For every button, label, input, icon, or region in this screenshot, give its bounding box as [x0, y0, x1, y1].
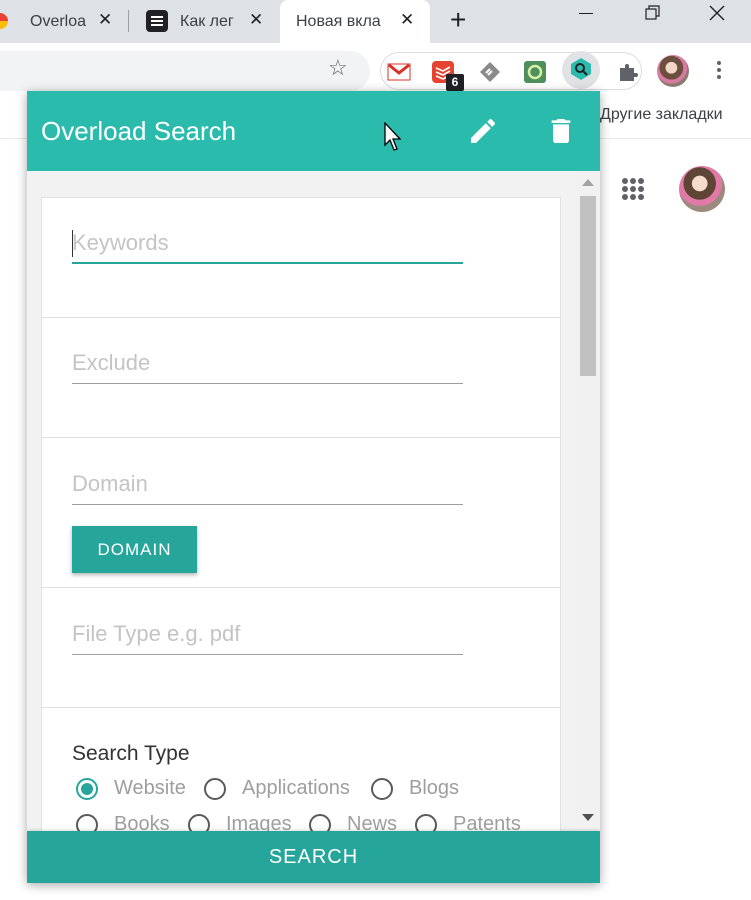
popup-title: Overload Search — [41, 116, 237, 146]
puzzle-icon[interactable] — [616, 60, 640, 84]
scroll-down-arrow-icon[interactable] — [582, 814, 594, 821]
mouse-cursor-icon — [384, 122, 402, 151]
keywords-input[interactable] — [72, 224, 463, 262]
search-type-card: Search Type Website Applications Blogs B… — [41, 707, 561, 831]
keywords-field — [72, 224, 463, 264]
domain-button[interactable]: DOMAIN — [72, 526, 197, 573]
radio-label: News — [347, 813, 398, 831]
restore-button[interactable] — [643, 4, 661, 27]
keywords-card — [41, 197, 561, 318]
exclude-input[interactable] — [72, 344, 463, 382]
radio-images[interactable]: Images — [188, 813, 292, 831]
filetype-input[interactable] — [72, 615, 463, 653]
exclude-card — [41, 317, 561, 438]
close-window-button[interactable] — [708, 4, 726, 27]
radio-circle — [371, 777, 393, 800]
tab-strip: Overloa ✕ Как лег ✕ Новая вкла ✕ + — [0, 0, 751, 43]
minimize-button[interactable] — [577, 4, 595, 27]
scrollbar-thumb[interactable] — [580, 196, 596, 376]
tab-kak-leg[interactable]: Как лег ✕ — [138, 0, 278, 43]
notes-icon — [146, 10, 168, 32]
radio-books[interactable]: Books — [76, 813, 170, 831]
radio-label: Blogs — [409, 777, 460, 799]
tab-separator — [128, 10, 129, 32]
radio-circle — [309, 813, 331, 831]
popup-header: Overload Search — [27, 91, 600, 171]
tab-title: Overloa — [30, 12, 87, 30]
extension-badge: 6 — [446, 74, 464, 91]
domain-card: DOMAIN — [41, 437, 561, 588]
radio-news[interactable]: News — [309, 813, 397, 831]
other-bookmarks[interactable]: Другие закладки — [600, 106, 723, 124]
chrome-menu-icon[interactable] — [712, 59, 726, 81]
overload-search-popup: Overload Search DOMAIN — [27, 91, 600, 883]
radio-label: Website — [114, 777, 186, 799]
search-type-label: Search Type — [72, 742, 190, 765]
radio-applications[interactable]: Applications — [204, 777, 350, 800]
popup-body: DOMAIN Search Type Website Applications … — [27, 171, 600, 831]
tab-title: Как лег — [180, 12, 234, 30]
trash-icon[interactable] — [545, 115, 577, 147]
radio-circle — [76, 813, 98, 831]
radio-blogs[interactable]: Blogs — [371, 777, 459, 800]
radio-label: Books — [114, 813, 170, 831]
radio-label: Applications — [242, 777, 350, 799]
refresh-extension-icon[interactable] — [523, 60, 547, 84]
tab-close-icon[interactable]: ✕ — [400, 10, 414, 30]
exclude-field — [72, 344, 463, 384]
domain-field — [72, 465, 463, 505]
domain-input[interactable] — [72, 465, 463, 503]
filetype-field — [72, 615, 463, 655]
tab-new-tab[interactable]: Новая вкла ✕ — [280, 0, 430, 43]
radio-circle — [415, 813, 437, 831]
bookmark-star-icon[interactable]: ☆ — [328, 55, 348, 81]
extensions-area — [380, 52, 642, 90]
google-account-avatar[interactable] — [679, 166, 725, 212]
chrome-icon — [0, 13, 8, 29]
search-button[interactable]: SEARCH — [27, 831, 600, 883]
scroll-up-arrow-icon[interactable] — [582, 179, 594, 186]
overload-search-extension-icon[interactable] — [569, 57, 593, 81]
radio-label: Images — [226, 813, 292, 831]
profile-avatar[interactable] — [657, 55, 689, 87]
address-bar[interactable]: ☆ — [0, 51, 370, 91]
tab-close-icon[interactable]: ✕ — [98, 10, 112, 30]
radio-circle — [76, 777, 98, 800]
radio-circle — [204, 777, 226, 800]
new-tab-button[interactable]: + — [450, 6, 466, 34]
radio-website[interactable]: Website — [76, 777, 186, 800]
radio-circle — [188, 813, 210, 831]
radio-label: Patents — [453, 813, 521, 831]
radio-patents[interactable]: Patents — [415, 813, 521, 831]
gmail-icon[interactable] — [387, 60, 411, 84]
text-caret — [72, 230, 73, 257]
feedly-icon[interactable] — [478, 60, 502, 84]
filetype-card — [41, 587, 561, 708]
popup-scrollbar[interactable] — [576, 171, 600, 831]
google-apps-icon[interactable] — [622, 178, 644, 200]
tab-title: Новая вкла — [296, 12, 381, 30]
tab-close-icon[interactable]: ✕ — [249, 10, 263, 30]
tab-overload[interactable]: Overloa ✕ — [0, 0, 130, 43]
pencil-icon[interactable] — [467, 115, 499, 147]
